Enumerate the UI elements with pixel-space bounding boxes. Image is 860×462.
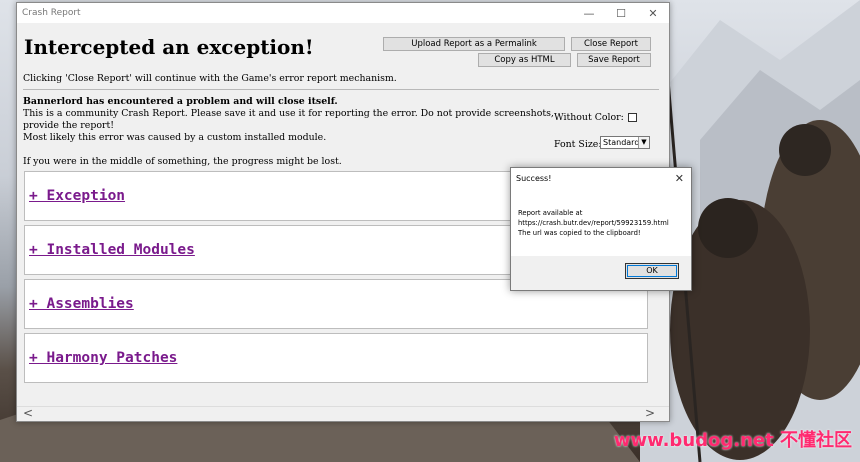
without-color-label: Without Color: xyxy=(554,112,624,123)
success-dialog: Success! ✕ Report available at https://c… xyxy=(510,167,692,291)
section-assemblies-toggle[interactable]: + Assemblies xyxy=(29,296,134,312)
dialog-title-bar[interactable]: Success! ✕ xyxy=(511,168,691,190)
ok-button[interactable]: OK xyxy=(625,263,679,279)
info-line-5: If you were in the middle of something, … xyxy=(23,156,342,167)
close-window-button[interactable]: ✕ xyxy=(637,3,669,23)
dialog-close-icon[interactable]: ✕ xyxy=(675,168,684,190)
close-report-button[interactable]: Close Report xyxy=(571,37,651,51)
dialog-report-url: https://crash.butr.dev/report/59923159.h… xyxy=(518,219,669,227)
close-report-note: Clicking 'Close Report' will continue wi… xyxy=(23,73,397,84)
scroll-right-icon[interactable]: > xyxy=(645,406,655,420)
copy-as-html-button[interactable]: Copy as HTML xyxy=(478,53,571,67)
title-bar[interactable]: Crash Report — ☐ ✕ xyxy=(17,3,669,23)
without-color-checkbox[interactable] xyxy=(627,113,637,122)
dialog-message: Report available at https://crash.butr.d… xyxy=(518,208,669,238)
info-line-4: Most likely this error was caused by a c… xyxy=(23,132,327,143)
page-title: Intercepted an exception! xyxy=(24,35,314,59)
dialog-line-3: The url was copied to the clipboard! xyxy=(518,229,641,237)
maximize-button[interactable]: ☐ xyxy=(605,3,637,23)
save-report-button[interactable]: Save Report xyxy=(577,53,651,67)
chevron-down-icon: ▼ xyxy=(638,137,649,148)
section-installed-modules-toggle[interactable]: + Installed Modules xyxy=(29,242,195,258)
info-line-3: provide the report! xyxy=(23,120,114,131)
horizontal-scrollbar[interactable]: < > xyxy=(17,406,669,421)
info-line-2: This is a community Crash Report. Please… xyxy=(23,108,554,119)
font-size-select[interactable]: Standard ▼ xyxy=(600,136,650,149)
section-harmony-patches-toggle[interactable]: + Harmony Patches xyxy=(29,350,177,366)
divider xyxy=(23,89,659,90)
watermark-text: www.budog.net 不懂社区 xyxy=(613,430,852,451)
font-size-label: Font Size: xyxy=(554,139,602,150)
problem-heading: Bannerlord has encountered a problem and… xyxy=(23,96,338,107)
section-harmony-patches[interactable]: + Harmony Patches xyxy=(24,333,648,383)
dialog-line-1: Report available at xyxy=(518,209,583,217)
window-title: Crash Report xyxy=(22,8,81,18)
font-size-value: Standard xyxy=(603,138,640,147)
section-exception-toggle[interactable]: + Exception xyxy=(29,188,125,204)
upload-permalink-button[interactable]: Upload Report as a Permalink xyxy=(383,37,565,51)
without-color-option: Without Color: xyxy=(554,112,637,123)
dialog-body: Report available at https://crash.butr.d… xyxy=(511,190,691,256)
dialog-title: Success! xyxy=(516,174,552,183)
minimize-button[interactable]: — xyxy=(573,3,605,23)
scroll-left-icon[interactable]: < xyxy=(23,406,33,420)
